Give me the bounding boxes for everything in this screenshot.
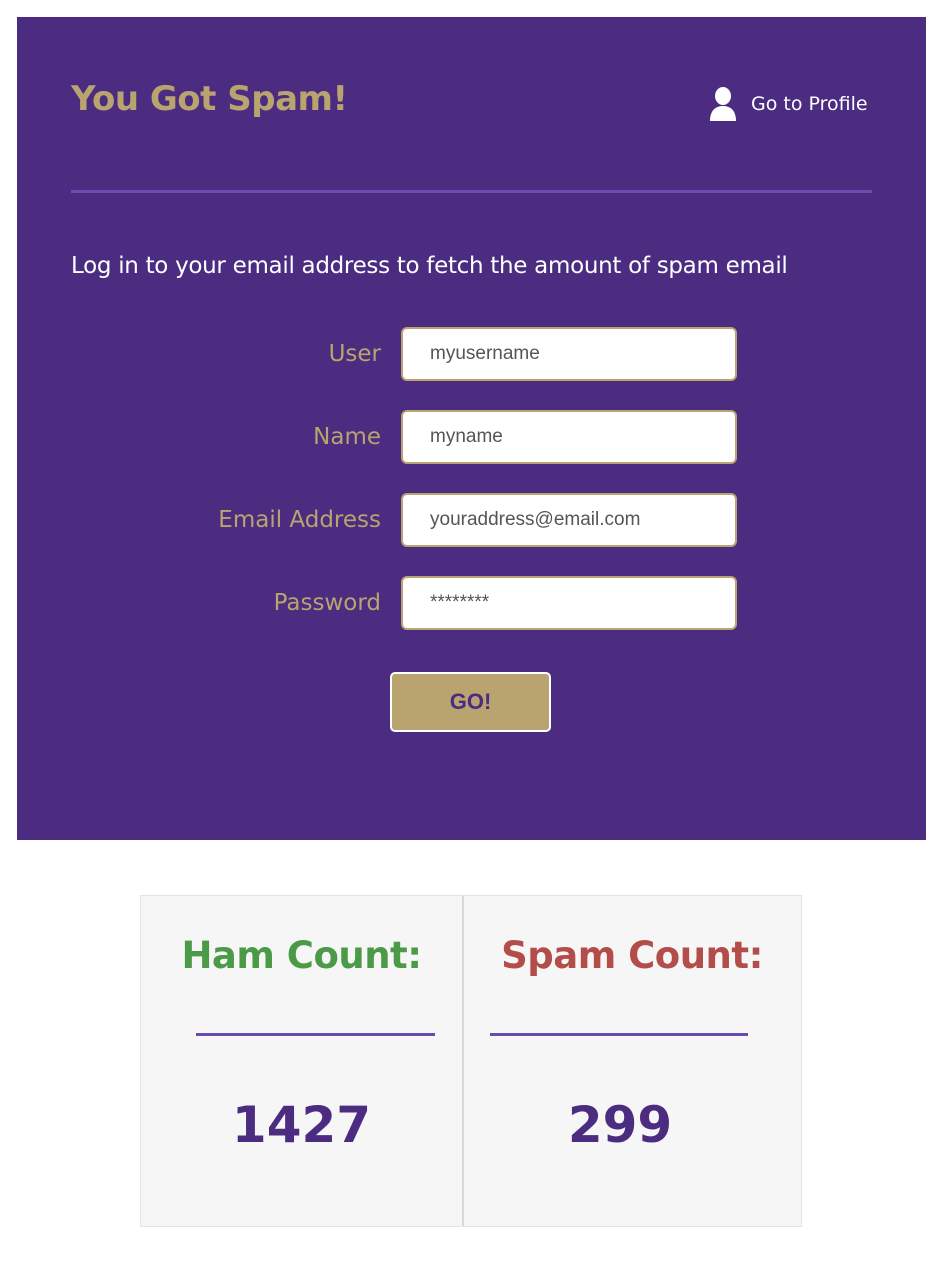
ham-count-title: Ham Count: <box>181 934 422 977</box>
user-field-row: User <box>17 327 926 381</box>
ham-count-column: Ham Count: 1427 <box>141 896 462 1226</box>
user-label: User <box>328 341 381 367</box>
name-input[interactable] <box>401 410 737 464</box>
spam-count-title: Spam Count: <box>501 934 763 977</box>
spam-count-column: Spam Count: 299 <box>463 896 801 1226</box>
email-input[interactable] <box>401 493 737 547</box>
spam-stats-card: Ham Count: 1427 Spam Count: 299 <box>140 895 802 1227</box>
spam-count-value: 299 <box>567 1096 673 1154</box>
ham-count-value: 1427 <box>231 1096 372 1154</box>
go-button[interactable]: GO! <box>390 672 551 732</box>
go-to-profile-link[interactable]: Go to Profile <box>709 87 868 121</box>
name-field-row: Name <box>17 410 926 464</box>
password-input[interactable] <box>401 576 737 630</box>
email-field-row: Email Address <box>17 493 926 547</box>
header-divider <box>71 190 872 193</box>
ham-count-divider <box>196 1033 435 1036</box>
top-clipped-region <box>0 0 947 16</box>
login-instruction: Log in to your email address to fetch th… <box>71 253 788 279</box>
go-to-profile-label: Go to Profile <box>751 93 868 115</box>
email-label: Email Address <box>218 507 381 533</box>
password-label: Password <box>273 590 381 616</box>
user-icon <box>710 87 736 121</box>
app-title: You Got Spam! <box>71 79 348 119</box>
login-panel: You Got Spam! Go to Profile Log in to yo… <box>17 17 926 840</box>
user-input[interactable] <box>401 327 737 381</box>
password-field-row: Password <box>17 576 926 630</box>
name-label: Name <box>313 424 381 450</box>
spam-count-divider <box>490 1033 748 1036</box>
